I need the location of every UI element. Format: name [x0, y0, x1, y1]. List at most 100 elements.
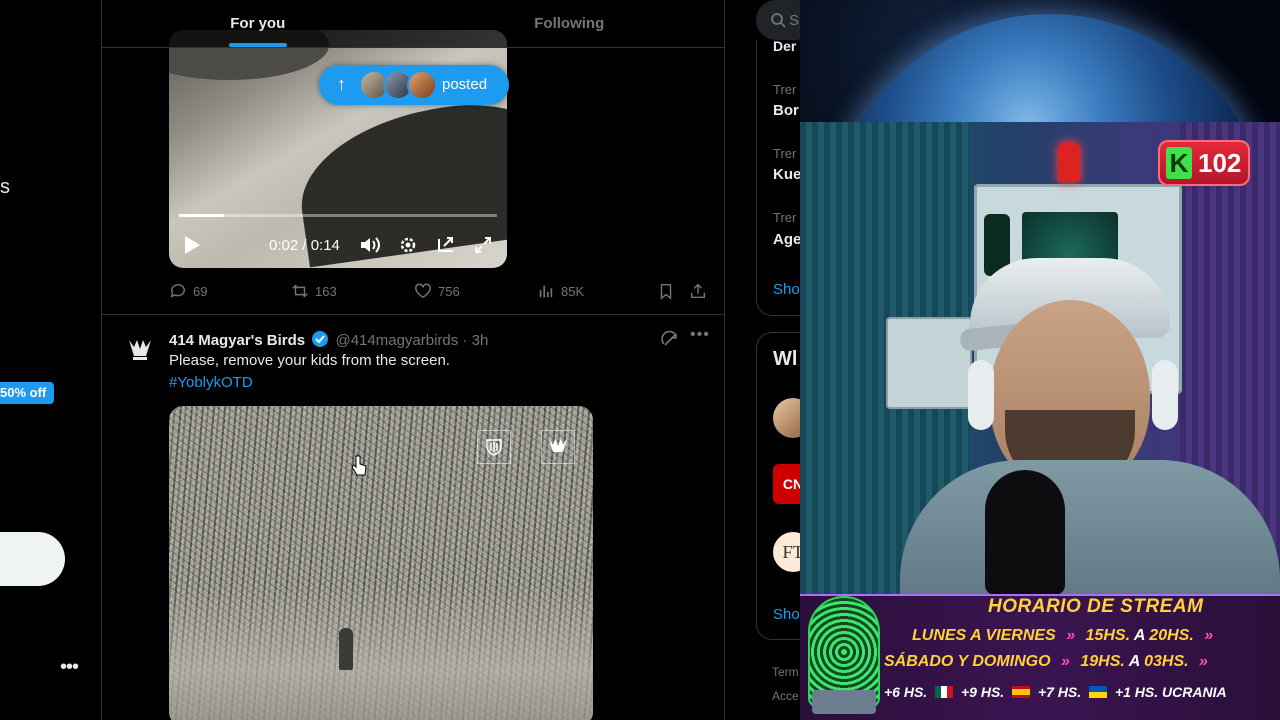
schedule-days: LUNES A VIERNES: [912, 627, 1056, 644]
show-more-link[interactable]: Sho: [773, 606, 800, 623]
schedule-to: 03HS.: [1144, 653, 1189, 670]
poster-avatar: [407, 70, 437, 100]
timeline-tabs: For you Following: [102, 0, 725, 48]
like-count: 756: [438, 283, 460, 299]
alarm-light: [1058, 142, 1080, 182]
arrow-icon: »: [1061, 653, 1070, 670]
post-action-bar: 69 163 756 85K: [169, 282, 709, 302]
play-icon[interactable]: [183, 235, 201, 259]
timezone-row: +6 HS. +9 HS. +7 HS. +1 HS. UCRANIA: [884, 684, 1227, 700]
post-divider: [102, 314, 724, 315]
view-count: 85K: [561, 283, 585, 299]
post-header: 414 Magyar's Birds @414magyarbirds · 3h: [169, 330, 639, 352]
trend-label: Trer: [773, 210, 797, 225]
headset-left: [968, 360, 994, 430]
settings-gear-icon[interactable]: [398, 235, 418, 259]
schedule-to-word: A: [1128, 653, 1140, 670]
heart-icon: [415, 283, 431, 299]
bookmark-button[interactable]: [657, 282, 675, 300]
reply-count: 69: [193, 283, 208, 299]
volume-icon[interactable]: [359, 235, 381, 259]
timezone-offset: +7 HS.: [1037, 684, 1082, 700]
footer-link[interactable]: Term: [772, 665, 799, 679]
dot-separator: ·: [462, 332, 468, 349]
repost-count: 163: [315, 283, 337, 299]
posted-label: posted: [442, 76, 488, 93]
timezone-offset: +6 HS.: [884, 684, 928, 700]
sidebar-partial-label[interactable]: s: [0, 176, 10, 199]
trend-title[interactable]: Kue: [773, 166, 801, 183]
video-progress-bar[interactable]: [179, 214, 497, 217]
viewer-count: 102: [1198, 147, 1242, 178]
reply-button[interactable]: 69: [169, 282, 207, 300]
schedule-to: 20HS.: [1149, 627, 1194, 644]
schedule-title: HORARIO DE STREAM: [988, 596, 1204, 617]
image-ground: [169, 586, 593, 720]
trend-label: Trer: [773, 82, 797, 97]
video-time: 0:02 / 0:14: [269, 237, 340, 254]
watermark-trident-icon: [541, 430, 575, 464]
post-time[interactable]: 3h: [472, 332, 489, 349]
hand-cursor-icon: [351, 455, 367, 482]
search-placeholder: S: [789, 12, 800, 29]
video-progress-fill: [179, 214, 224, 217]
show-more-link[interactable]: Sho: [773, 281, 800, 298]
verified-badge-icon: [311, 330, 329, 352]
like-button[interactable]: 756: [414, 282, 460, 300]
arrow-up-icon: ↑: [337, 74, 346, 94]
author-handle[interactable]: @414magyarbirds: [335, 332, 458, 349]
bookmark-icon: [660, 283, 672, 300]
grok-icon[interactable]: [661, 330, 679, 353]
timezone-offset: +9 HS.: [960, 684, 1005, 700]
screen: s 50% off ••• For you Following 0:02 / 0…: [0, 0, 1280, 720]
trend-title[interactable]: Age: [773, 231, 801, 248]
who-to-follow-title: Wl: [773, 348, 798, 370]
arrow-icon: »: [1204, 627, 1214, 644]
gauge-box: [886, 317, 972, 409]
video-controls: 0:02 / 0:14: [169, 230, 507, 266]
picture-in-picture-icon[interactable]: [436, 235, 456, 259]
timezone-offset: +1 HS. UCRANIA: [1114, 684, 1227, 700]
timeline-feed: For you Following 0:02 / 0:14 ↑ posted 6…: [101, 0, 725, 720]
fullscreen-icon[interactable]: [473, 235, 493, 259]
views-button[interactable]: 85K: [537, 282, 584, 300]
post-button[interactable]: [0, 532, 65, 586]
image-figure: [339, 628, 353, 670]
author-avatar[interactable]: [120, 330, 160, 370]
repost-button[interactable]: 163: [291, 282, 337, 300]
microphone: [985, 470, 1065, 595]
author-name[interactable]: 414 Magyar's Birds: [169, 332, 305, 349]
trend-title[interactable]: Der: [773, 38, 796, 54]
ukraine-flag-icon: [1089, 686, 1108, 698]
search-icon: [770, 12, 786, 33]
arrow-icon: »: [1066, 627, 1076, 644]
headset-right: [1152, 360, 1178, 430]
views-chart-icon: [539, 285, 553, 298]
new-posts-pill[interactable]: ↑ posted: [319, 65, 509, 105]
kick-viewer-badge: K 102: [1158, 140, 1250, 186]
trend-label: Trer: [773, 146, 797, 161]
account-more-icon[interactable]: •••: [60, 656, 79, 679]
schedule-from: 19HS.: [1080, 653, 1125, 670]
share-icon: [690, 283, 706, 299]
premium-promo-badge[interactable]: 50% off: [0, 382, 55, 404]
spain-flag-icon: [1012, 686, 1031, 698]
reply-icon: [170, 284, 185, 298]
cactus-pot: [812, 690, 876, 714]
schedule-to-word: A: [1133, 627, 1145, 644]
post-image[interactable]: [169, 406, 593, 720]
kick-logo-icon: K: [1166, 147, 1192, 179]
schedule-row: SÁBADO Y DOMINGO » 19HS. A 03HS. »: [884, 653, 1214, 671]
post-more-icon[interactable]: •••: [690, 326, 710, 344]
tab-for-you[interactable]: For you: [102, 0, 414, 47]
trident-logo-icon: [129, 340, 151, 360]
schedule-from: 15HS.: [1085, 627, 1131, 644]
footer-link[interactable]: Acce: [772, 689, 799, 703]
tab-following[interactable]: Following: [414, 0, 725, 47]
share-button[interactable]: [689, 282, 707, 300]
stream-overlay: K 102 HORARIO DE STREAM LUNES A VIERNES …: [800, 0, 1280, 720]
trend-title[interactable]: Bor: [773, 102, 799, 119]
post-text: Please, remove your kids from the screen…: [169, 352, 450, 369]
arrow-icon: »: [1199, 653, 1208, 670]
hashtag-link[interactable]: #YoblykOTD: [169, 374, 253, 391]
